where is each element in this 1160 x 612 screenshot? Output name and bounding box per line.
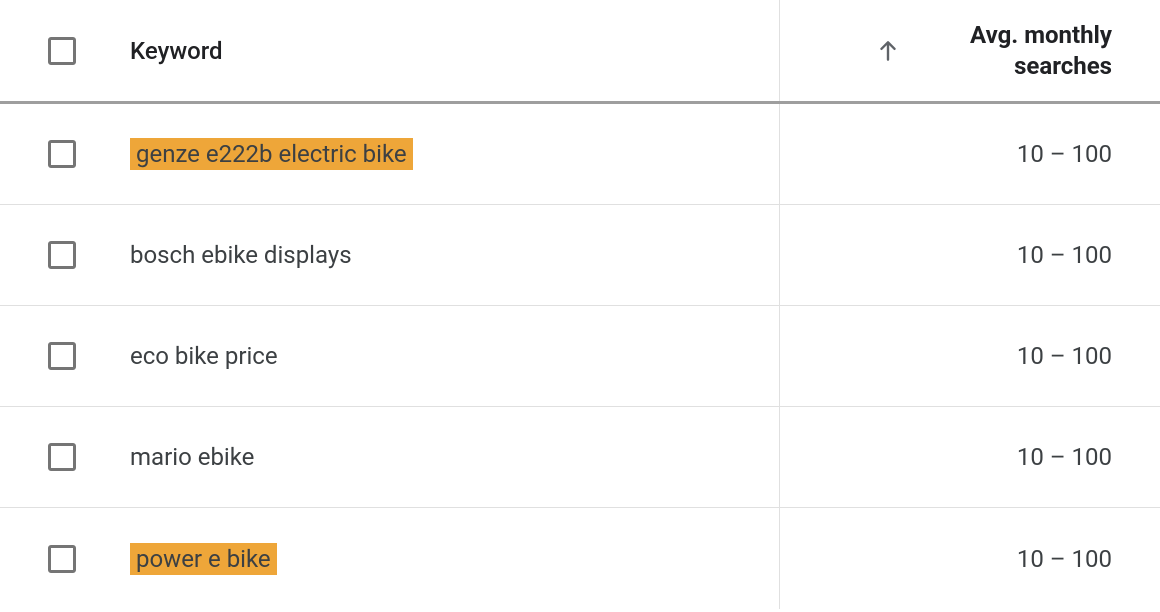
keyword-cell[interactable]: mario ebike [130, 407, 780, 507]
column-header-keyword-label: Keyword [130, 37, 223, 65]
row-checkbox[interactable] [48, 342, 76, 370]
keyword-text: genze e222b electric bike [130, 138, 413, 170]
searches-value: 10 – 100 [1017, 342, 1112, 370]
searches-value: 10 – 100 [1017, 443, 1112, 471]
table-row: genze e222b electric bike 10 – 100 [0, 104, 1160, 205]
keyword-table: Keyword Avg. monthly searches genze e222… [0, 0, 1160, 609]
table-row: mario ebike 10 – 100 [0, 407, 1160, 508]
searches-value: 10 – 100 [1017, 545, 1112, 573]
row-checkbox-cell [48, 545, 130, 573]
searches-cell: 10 – 100 [780, 407, 1160, 507]
keyword-cell[interactable]: eco bike price [130, 306, 780, 406]
searches-value: 10 – 100 [1017, 140, 1112, 168]
select-all-cell [48, 37, 130, 65]
keyword-cell[interactable]: power e bike [130, 508, 780, 609]
column-header-searches[interactable]: Avg. monthly searches [780, 0, 1160, 101]
row-checkbox-cell [48, 443, 130, 471]
row-checkbox-cell [48, 241, 130, 269]
row-checkbox[interactable] [48, 241, 76, 269]
keyword-text: eco bike price [130, 342, 278, 370]
sort-ascending-icon[interactable] [874, 37, 902, 65]
row-checkbox-cell [48, 342, 130, 370]
row-checkbox-cell [48, 140, 130, 168]
column-header-searches-label: Avg. monthly searches [970, 20, 1112, 81]
row-checkbox[interactable] [48, 545, 76, 573]
row-checkbox[interactable] [48, 443, 76, 471]
table-row: power e bike 10 – 100 [0, 508, 1160, 609]
table-header-row: Keyword Avg. monthly searches [0, 0, 1160, 104]
searches-cell: 10 – 100 [780, 205, 1160, 305]
searches-cell: 10 – 100 [780, 104, 1160, 204]
table-row: eco bike price 10 – 100 [0, 306, 1160, 407]
searches-cell: 10 – 100 [780, 306, 1160, 406]
searches-value: 10 – 100 [1017, 241, 1112, 269]
keyword-text: bosch ebike displays [130, 241, 352, 269]
column-header-keyword[interactable]: Keyword [130, 0, 780, 101]
table-row: bosch ebike displays 10 – 100 [0, 205, 1160, 306]
row-checkbox[interactable] [48, 140, 76, 168]
keyword-cell[interactable]: genze e222b electric bike [130, 104, 780, 204]
select-all-checkbox[interactable] [48, 37, 76, 65]
keyword-text: power e bike [130, 543, 277, 575]
keyword-text: mario ebike [130, 443, 254, 471]
searches-cell: 10 – 100 [780, 508, 1160, 609]
keyword-cell[interactable]: bosch ebike displays [130, 205, 780, 305]
